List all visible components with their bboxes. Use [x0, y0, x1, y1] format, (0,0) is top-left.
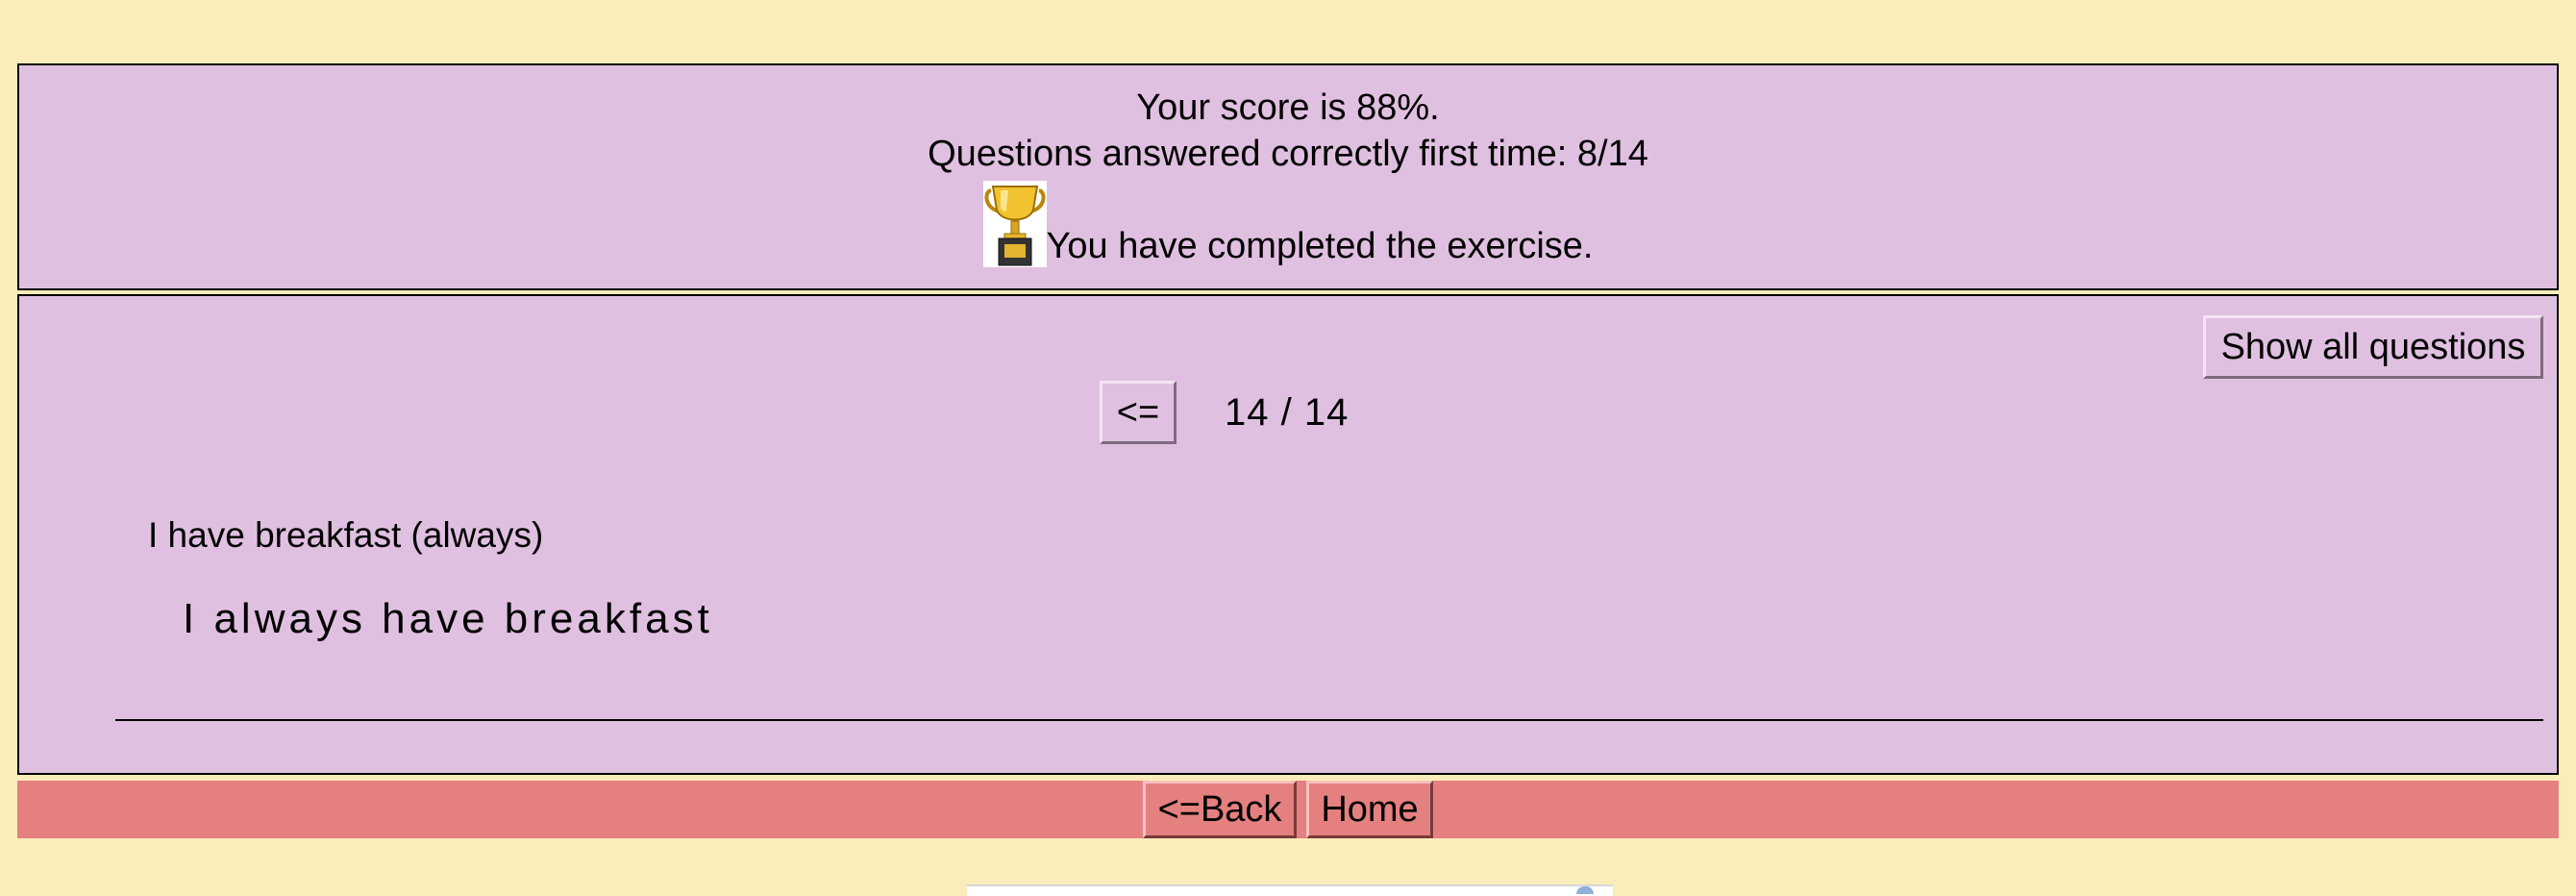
question-text: I have breakfast (always)	[148, 515, 544, 555]
answer-text: I always have breakfast	[183, 595, 713, 642]
score-text: Your score is 88%.	[1136, 87, 1440, 128]
question-counter: 14 / 14	[1225, 391, 1350, 434]
bottom-navbar: <=Back Home	[17, 781, 2559, 838]
completed-row: You have completed the exercise.	[19, 181, 2557, 267]
trophy-icon	[982, 181, 1047, 267]
back-button[interactable]: <=Back	[1143, 781, 1297, 838]
home-button[interactable]: Home	[1306, 781, 1433, 838]
previous-question-button[interactable]: <=	[1100, 381, 1177, 444]
bottom-partial-element	[967, 884, 1613, 896]
question-panel: Show all questions <= 14 / 14 I have bre…	[17, 294, 2559, 775]
first-time-score-text: Questions answered correctly first time:…	[928, 134, 1648, 174]
show-all-questions-button[interactable]: Show all questions	[2203, 315, 2543, 379]
completed-text: You have completed the exercise.	[1046, 226, 1594, 266]
feedback-panel: Your score is 88%. Questions answered co…	[17, 63, 2559, 290]
page-title-cutoff	[0, 0, 2576, 8]
partial-icon	[1576, 886, 1594, 894]
divider	[115, 719, 2543, 721]
